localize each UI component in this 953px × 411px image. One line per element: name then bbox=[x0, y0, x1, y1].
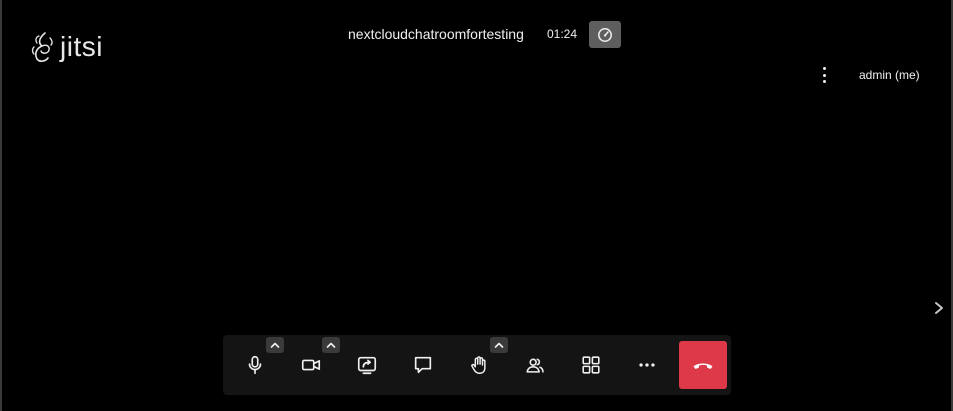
chat-icon bbox=[414, 356, 432, 374]
more-actions-button[interactable] bbox=[623, 341, 671, 389]
room-name: nextcloudchatroomfortesting bbox=[348, 26, 524, 42]
gauge-icon bbox=[598, 27, 612, 42]
chevron-right-icon[interactable] bbox=[932, 300, 946, 316]
jitsi-logo-icon bbox=[31, 32, 53, 62]
jitsi-logo[interactable]: jitsi bbox=[30, 30, 103, 64]
hand-icon bbox=[471, 356, 486, 374]
grid-icon bbox=[582, 356, 600, 374]
more-horizontal-icon bbox=[639, 363, 655, 367]
connection-quality-button[interactable] bbox=[589, 21, 621, 48]
toolbar bbox=[223, 335, 731, 395]
tile-view-button[interactable] bbox=[567, 341, 615, 389]
camera-options-caret[interactable] bbox=[322, 337, 340, 353]
hangup-icon bbox=[693, 363, 713, 369]
participants-icon bbox=[526, 358, 544, 373]
chevron-up-icon bbox=[270, 342, 280, 348]
video-camera-icon bbox=[301, 359, 321, 371]
chat-button[interactable] bbox=[399, 341, 447, 389]
chevron-up-icon bbox=[494, 342, 504, 348]
participants-button[interactable] bbox=[511, 341, 559, 389]
microphone-options-caret[interactable] bbox=[266, 337, 284, 353]
more-vertical-icon[interactable] bbox=[818, 67, 830, 83]
chevron-up-icon bbox=[326, 342, 336, 348]
leave-call-button[interactable] bbox=[679, 341, 727, 389]
screen-share-icon bbox=[357, 356, 377, 375]
reactions-options-caret[interactable] bbox=[490, 337, 508, 353]
logo-text: jitsi bbox=[60, 31, 103, 62]
self-display-name: admin (me) bbox=[859, 68, 920, 82]
microphone-icon bbox=[248, 355, 262, 375]
share-screen-button[interactable] bbox=[343, 341, 391, 389]
video-stage: jitsi nextcloudchatroomfortesting 01:24 … bbox=[2, 0, 951, 411]
call-timer: 01:24 bbox=[547, 27, 578, 41]
